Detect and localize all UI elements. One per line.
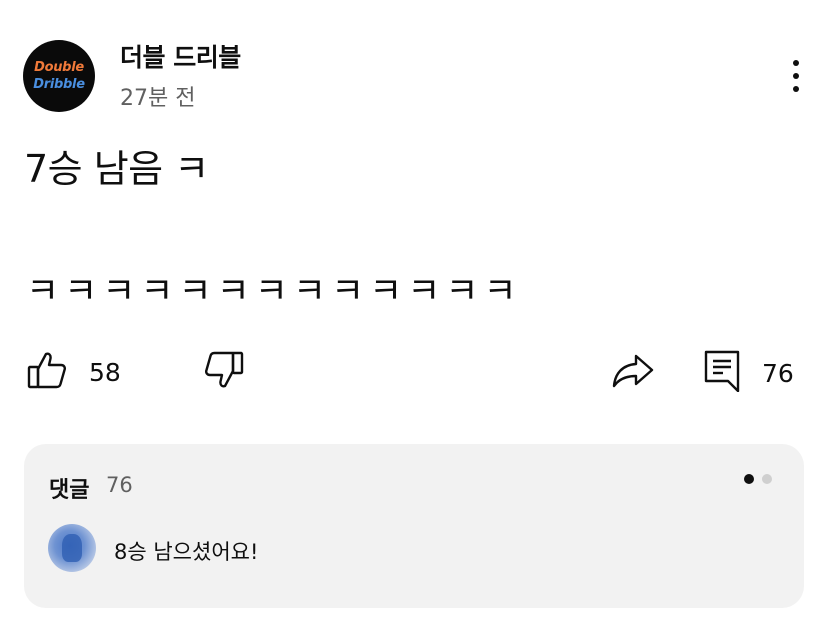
- comments-count: 76: [106, 473, 133, 497]
- menu-dot: [793, 73, 799, 79]
- comments-button[interactable]: 76: [704, 350, 794, 396]
- share-arrow-icon: [612, 353, 654, 393]
- post-timestamp: 27분 전: [120, 86, 196, 111]
- menu-dot: [793, 86, 799, 92]
- comments-preview-card[interactable]: 댓글 76 8승 남으셨어요!: [24, 444, 804, 608]
- like-count: 58: [89, 357, 121, 387]
- avatar-logo-line2: Dribble: [33, 77, 85, 92]
- like-button[interactable]: 58: [27, 350, 121, 394]
- community-post: Double Dribble 더블 드리블 27분 전 7승 남음 ㅋ ㅋㅋㅋㅋ…: [0, 0, 828, 623]
- dislike-button[interactable]: [204, 350, 244, 394]
- avatar-logo-line1: Double: [34, 60, 84, 75]
- more-options-button[interactable]: [780, 56, 812, 96]
- comment-icon: [704, 350, 740, 396]
- thumbs-up-icon: [27, 350, 67, 394]
- thumbs-down-icon: [204, 350, 244, 394]
- channel-name[interactable]: 더블 드리블: [120, 38, 241, 74]
- commenter-avatar[interactable]: [48, 524, 96, 572]
- comments-label: 댓글: [49, 478, 90, 503]
- pager-dot-inactive: [762, 474, 772, 484]
- share-button[interactable]: [612, 353, 654, 393]
- channel-avatar[interactable]: Double Dribble: [23, 40, 95, 112]
- post-body: ㅋㅋㅋㅋㅋㅋㅋㅋㅋㅋㅋㅋㅋ: [26, 271, 522, 312]
- comment-count: 76: [762, 358, 794, 388]
- post-title: 7승 남음 ㅋ: [24, 147, 209, 191]
- top-comment-text: 8승 남으셨어요!: [114, 540, 259, 564]
- pager-dot-active: [744, 474, 754, 484]
- comments-pager: [744, 474, 772, 484]
- menu-dot: [793, 60, 799, 66]
